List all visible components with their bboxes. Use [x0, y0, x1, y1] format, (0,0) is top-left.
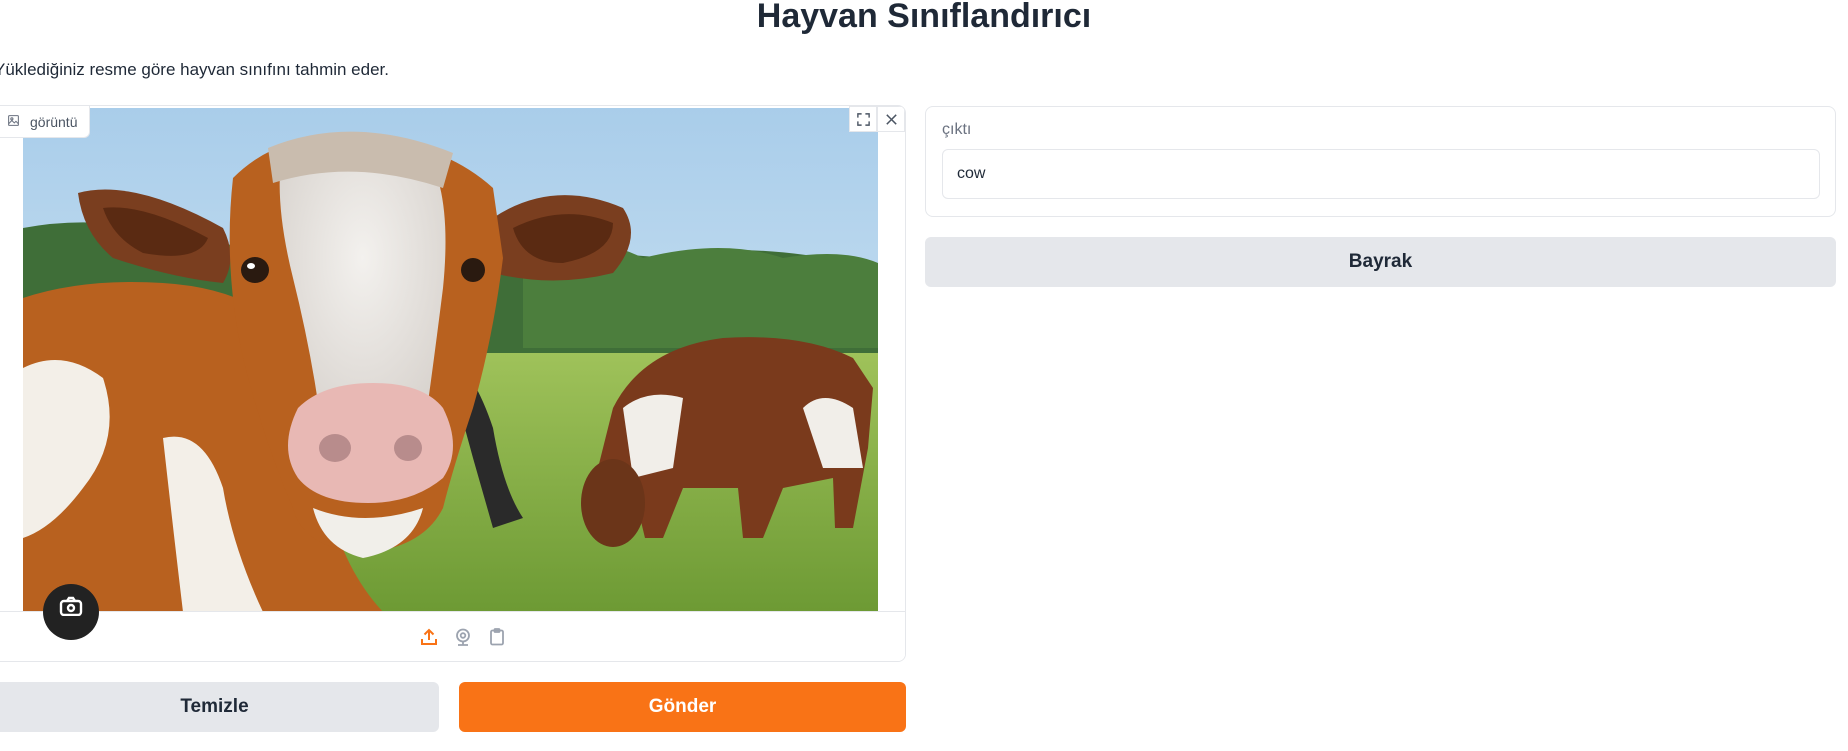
uploaded-cow-image: [23, 108, 878, 612]
flag-button[interactable]: Bayrak: [925, 237, 1836, 287]
close-icon[interactable]: [877, 106, 905, 132]
image-input-label-badge: görüntü: [0, 106, 91, 138]
clipboard-icon[interactable]: [486, 625, 508, 649]
camera-capture-button[interactable]: [43, 584, 99, 640]
output-textbox[interactable]: cow: [942, 149, 1820, 199]
camera-icon: [57, 596, 85, 640]
output-label: çıktı: [942, 121, 972, 138]
image-input-label: görüntü: [30, 113, 78, 130]
clear-button[interactable]: Temizle: [0, 682, 439, 732]
webcam-icon[interactable]: [452, 625, 474, 649]
page-title: Hayvan Sınıflandırıcı: [756, 0, 1092, 35]
image-source-bar: [0, 611, 905, 661]
submit-button[interactable]: Gönder: [459, 682, 906, 732]
image-toolbar: [849, 106, 905, 132]
upload-icon[interactable]: [418, 625, 440, 649]
image-icon: [7, 114, 20, 130]
fullscreen-icon[interactable]: [849, 106, 877, 132]
image-input-panel[interactable]: görüntü: [0, 105, 906, 662]
output-panel: çıktı cow: [925, 106, 1836, 217]
page-description: Yüklediğiniz resme göre hayvan sınıfını …: [0, 60, 389, 79]
